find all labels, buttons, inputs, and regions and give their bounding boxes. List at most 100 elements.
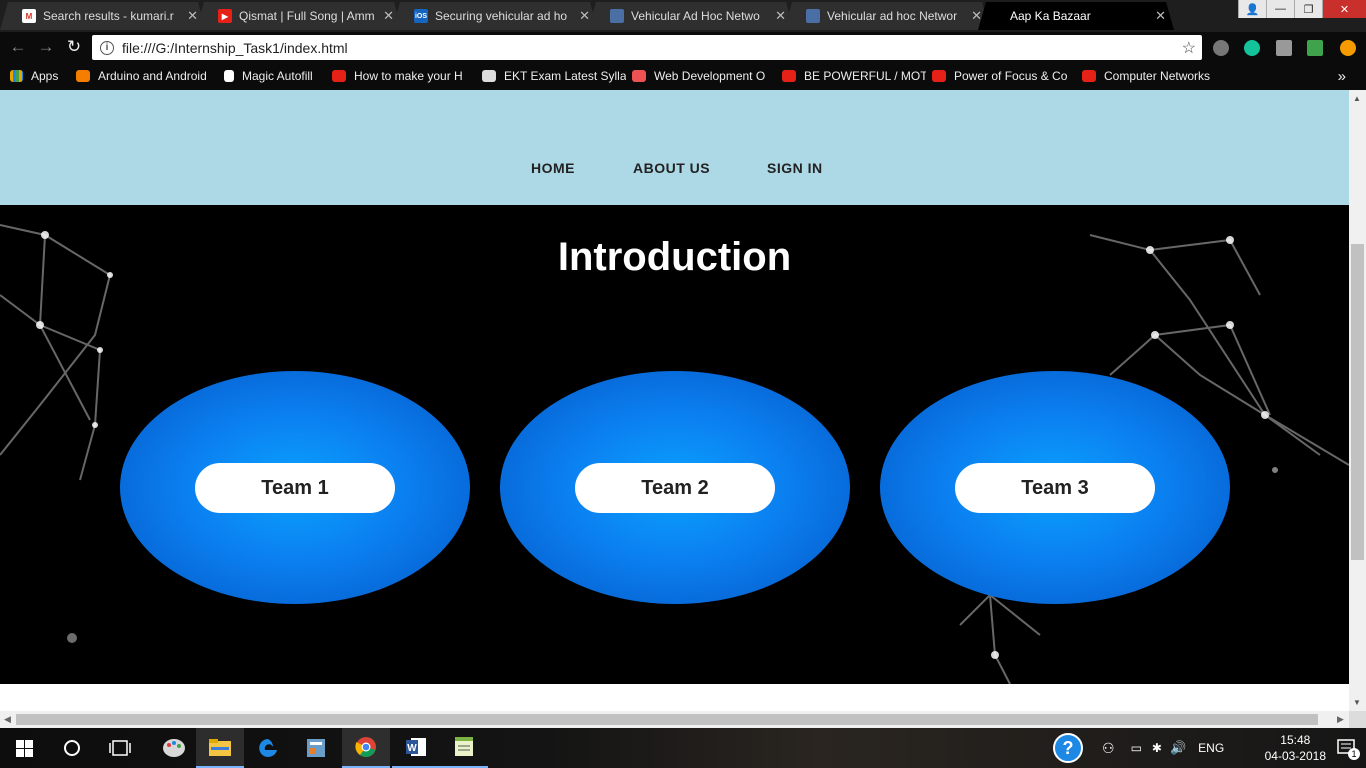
intro-title: Introduction <box>557 235 792 279</box>
udemy-icon <box>632 70 646 82</box>
windows-taskbar: W ? ⚇ ▭ ✱ 🔊 ENG 15:48 04-03-2018 1 <box>0 728 1366 768</box>
browser-tab-gmail[interactable]: M Search results - kumari.r ✕ <box>0 2 206 30</box>
document-icon <box>610 9 624 23</box>
word-icon: W <box>406 738 426 756</box>
user-icon[interactable]: 👤 <box>1238 0 1266 18</box>
close-tab-icon[interactable]: ✕ <box>383 8 394 24</box>
restore-button[interactable]: ❐ <box>1294 0 1322 18</box>
notepad-icon <box>455 737 473 756</box>
intro-section: Introduction Team 1 Team 2 Team 3 <box>0 205 1349 684</box>
browser-tab-vehicular-1[interactable]: Vehicular Ad Hoc Netwo ✕ <box>588 2 794 30</box>
close-tab-icon[interactable]: ✕ <box>579 8 590 24</box>
page-viewport: HOME ABOUT US SIGN IN Introduction Team … <box>0 90 1349 711</box>
app-button[interactable] <box>292 728 340 768</box>
team-3-button[interactable]: Team 3 <box>955 463 1155 513</box>
team-1-card: Team 1 <box>120 371 470 604</box>
address-text: file:///G:/Internship_Task1/index.html <box>122 39 348 56</box>
extension-icon[interactable] <box>1213 40 1229 56</box>
vertical-scroll-thumb[interactable] <box>1351 244 1364 560</box>
horizontal-scroll-thumb[interactable] <box>16 714 1318 725</box>
bookmark-magic-autofill[interactable]: Magic Autofill <box>218 66 326 86</box>
youtube-icon <box>932 70 946 82</box>
search-button[interactable] <box>48 728 96 768</box>
svg-text:?: ? <box>1063 738 1074 758</box>
people-icon[interactable]: ⚇ <box>1102 740 1115 757</box>
forward-icon[interactable]: → <box>36 37 56 57</box>
browser-tab-securing[interactable]: iOS Securing vehicular ad ho ✕ <box>392 2 598 30</box>
youtube-icon <box>782 70 796 82</box>
bookmark-power-of-focus[interactable]: Power of Focus & Co <box>926 66 1076 86</box>
address-bar[interactable]: i file:///G:/Internship_Task1/index.html… <box>92 35 1202 60</box>
start-button[interactable] <box>0 728 48 768</box>
file-explorer-button[interactable] <box>196 728 244 768</box>
help-icon[interactable]: ? <box>1052 732 1084 764</box>
bookmarks-bar: Apps Arduino and Android Magic Autofill … <box>0 62 1366 90</box>
paint-app-button[interactable] <box>150 728 198 768</box>
youtube-icon <box>1082 70 1096 82</box>
team-2-button[interactable]: Team 2 <box>575 463 775 513</box>
nav-home-link[interactable]: HOME <box>531 160 575 176</box>
cortana-icon <box>64 740 80 756</box>
update-icon[interactable] <box>1340 40 1356 56</box>
close-tab-icon[interactable]: ✕ <box>1155 8 1166 24</box>
clock-time: 15:48 <box>1280 733 1311 747</box>
browser-tab-vehicular-2[interactable]: Vehicular ad hoc Networ ✕ <box>784 2 990 30</box>
volume-icon[interactable]: 🔊 <box>1170 740 1186 756</box>
minimize-button[interactable]: — <box>1266 0 1294 18</box>
nav-about-link[interactable]: ABOUT US <box>633 160 710 176</box>
bookmark-arduino[interactable]: Arduino and Android <box>70 66 218 86</box>
scroll-down-icon[interactable]: ▼ <box>1353 698 1361 707</box>
reload-icon[interactable]: ↻ <box>64 37 84 57</box>
extension-icon[interactable] <box>1276 40 1292 56</box>
site-navbar: HOME ABOUT US SIGN IN <box>0 90 1349 205</box>
bookmark-apps[interactable]: Apps <box>0 66 70 86</box>
word-app-button[interactable]: W <box>392 728 440 768</box>
gmail-icon: M <box>22 9 36 23</box>
page-icon <box>224 70 234 82</box>
chrome-app-button[interactable] <box>342 728 390 768</box>
youtube-icon <box>332 70 346 82</box>
browser-tab-youtube[interactable]: ▶ Qismat | Full Song | Amm ✕ <box>196 2 402 30</box>
app-icon <box>307 739 325 757</box>
task-view-button[interactable] <box>96 728 144 768</box>
nav-signin-link[interactable]: SIGN IN <box>767 160 823 176</box>
task-view-icon <box>109 740 131 756</box>
close-tab-icon[interactable]: ✕ <box>187 8 198 24</box>
browser-toolbar: ← → ↻ i file:///G:/Internship_Task1/inde… <box>0 32 1366 62</box>
grammarly-icon[interactable] <box>1244 40 1260 56</box>
svg-text:W: W <box>407 743 417 754</box>
paint-icon <box>163 739 185 757</box>
team-1-button[interactable]: Team 1 <box>195 463 395 513</box>
extension-icon[interactable] <box>1307 40 1323 56</box>
notepad-app-button[interactable] <box>440 728 488 768</box>
info-icon[interactable]: i <box>100 40 114 55</box>
close-tab-icon[interactable]: ✕ <box>775 8 786 24</box>
back-icon[interactable]: ← <box>8 37 28 57</box>
bookmark-ekt-exam[interactable]: EKT Exam Latest Sylla <box>476 66 626 86</box>
close-window-button[interactable]: ✕ <box>1322 0 1366 18</box>
language-indicator[interactable]: ENG <box>1198 741 1224 755</box>
windows-logo-icon <box>15 739 33 757</box>
bookmark-how-to-make[interactable]: How to make your H <box>326 66 476 86</box>
vertical-scrollbar[interactable]: ▲ ▼ <box>1349 90 1366 711</box>
tab-strip: M Search results - kumari.r ✕ ▶ Qismat |… <box>0 0 1366 32</box>
clock[interactable]: 15:48 04-03-2018 <box>1265 732 1326 764</box>
close-tab-icon[interactable]: ✕ <box>971 8 982 24</box>
edge-app-button[interactable] <box>244 728 292 768</box>
action-center-button[interactable]: 1 <box>1336 738 1360 760</box>
scroll-right-icon[interactable]: ▶ <box>1337 714 1344 725</box>
horizontal-scrollbar[interactable]: ◀ ▶ <box>0 711 1349 728</box>
bookmark-computer-networks[interactable]: Computer Networks <box>1076 66 1216 86</box>
scroll-left-icon[interactable]: ◀ <box>4 714 11 725</box>
folder-icon <box>209 739 231 756</box>
edge-icon <box>259 739 277 757</box>
bookmark-web-development[interactable]: Web Development O <box>626 66 776 86</box>
browser-tab-active[interactable]: Aap Ka Bazaar ✕ <box>978 2 1174 30</box>
scroll-up-icon[interactable]: ▲ <box>1353 94 1361 103</box>
wifi-icon[interactable]: ✱ <box>1152 741 1162 755</box>
battery-icon[interactable]: ▭ <box>1131 741 1142 755</box>
more-bookmarks-icon[interactable]: » <box>1338 68 1346 85</box>
tab-title: Vehicular Ad Hoc Netwo <box>631 9 760 23</box>
bookmark-star-icon[interactable]: ☆ <box>1182 38 1196 58</box>
bookmark-be-powerful[interactable]: BE POWERFUL / MOT <box>776 66 926 86</box>
